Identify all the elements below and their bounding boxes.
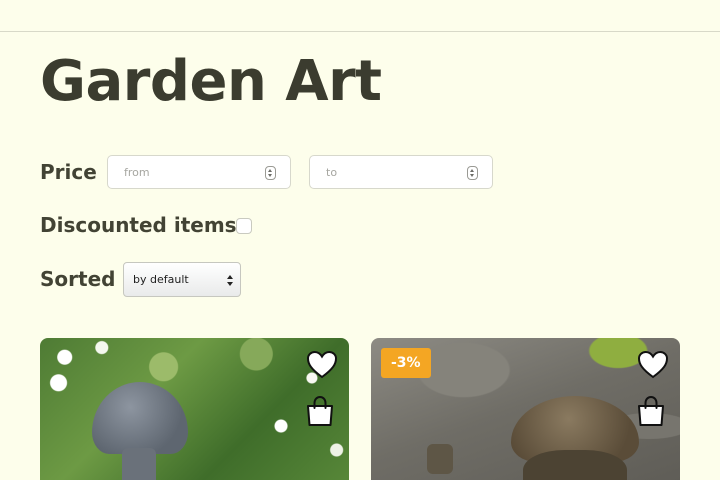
select-arrows-icon xyxy=(227,275,233,286)
page-title: Garden Art xyxy=(40,49,382,114)
product-image-detail xyxy=(523,450,627,480)
heart-icon[interactable] xyxy=(636,348,670,382)
price-to-placeholder: to xyxy=(326,166,338,179)
discounted-items-label: Discounted items xyxy=(40,213,237,237)
product-card[interactable] xyxy=(40,338,349,480)
sort-select[interactable]: by default xyxy=(123,262,241,297)
product-card[interactable]: -3% xyxy=(371,338,680,480)
price-from-input[interactable]: from xyxy=(107,155,291,189)
discount-badge: -3% xyxy=(381,348,431,378)
product-image-detail xyxy=(427,444,453,474)
price-from-placeholder: from xyxy=(124,166,150,179)
sort-select-value: by default xyxy=(133,273,189,286)
sort-label: Sorted xyxy=(40,267,116,291)
price-to-spinner-icon[interactable] xyxy=(467,166,478,180)
product-image-detail xyxy=(122,448,156,480)
price-filter-label: Price xyxy=(40,160,97,184)
price-from-spinner-icon[interactable] xyxy=(265,166,276,180)
heart-icon[interactable] xyxy=(305,348,339,382)
discounted-items-checkbox[interactable] xyxy=(236,218,252,234)
page: Garden Art Price from to Discounted item… xyxy=(0,0,720,480)
product-image xyxy=(92,382,188,454)
shopping-bag-icon[interactable] xyxy=(303,394,337,428)
shopping-bag-icon[interactable] xyxy=(634,394,668,428)
top-header-bar xyxy=(0,0,720,32)
price-to-input[interactable]: to xyxy=(309,155,493,189)
